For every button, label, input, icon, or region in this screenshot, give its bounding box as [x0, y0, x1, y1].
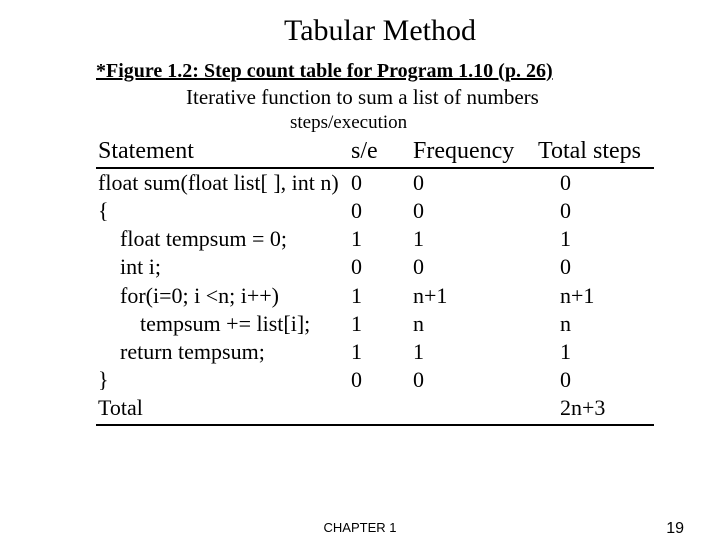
steps-execution-label: steps/execution [290, 112, 720, 134]
figure-reference: *Figure 1.2: Step count table for Progra… [96, 60, 720, 83]
frequency-cell: n [413, 310, 538, 338]
figure-subtitle: Iterative function to sum a list of numb… [186, 85, 720, 110]
table-row: tempsum += list[i];1nn [96, 310, 654, 338]
se-cell: 1 [351, 310, 413, 338]
statement-cell: return tempsum; [96, 338, 351, 366]
frequency-cell [413, 394, 538, 422]
statement-cell: { [96, 197, 351, 225]
statement-cell: float sum(float list[ ], int n) [96, 169, 351, 197]
frequency-cell: 0 [413, 197, 538, 225]
total-cell: n+1 [538, 282, 654, 310]
slide-title: Tabular Method [0, 14, 720, 48]
frequency-cell: n+1 [413, 282, 538, 310]
se-cell: 0 [351, 366, 413, 394]
table-row: float sum(float list[ ], int n)000 [96, 169, 654, 197]
total-cell: 1 [538, 225, 654, 253]
table-bottom-rule [96, 424, 654, 426]
total-cell: 0 [538, 197, 654, 225]
statement-cell: Total [96, 394, 351, 422]
col-header-statement: Statement [96, 138, 351, 165]
se-cell: 0 [351, 253, 413, 281]
statement-cell: int i; [96, 253, 351, 281]
total-cell: 0 [538, 253, 654, 281]
se-cell: 1 [351, 225, 413, 253]
table-row: {000 [96, 197, 654, 225]
frequency-cell: 1 [413, 225, 538, 253]
table-header-row: Statement s/e Frequency Total steps [96, 138, 654, 169]
frequency-cell: 0 [413, 169, 538, 197]
se-cell: 1 [351, 338, 413, 366]
page-number: 19 [666, 520, 684, 538]
se-cell: 0 [351, 197, 413, 225]
se-cell: 1 [351, 282, 413, 310]
total-cell: n [538, 310, 654, 338]
se-cell [351, 394, 413, 422]
table-row: }000 [96, 366, 654, 394]
chapter-label: CHAPTER 1 [324, 520, 397, 535]
col-header-frequency: Frequency [413, 138, 538, 165]
frequency-cell: 1 [413, 338, 538, 366]
table-row: float tempsum = 0;111 [96, 225, 654, 253]
statement-cell: float tempsum = 0; [96, 225, 351, 253]
step-count-table: Statement s/e Frequency Total steps floa… [96, 138, 654, 426]
statement-cell: for(i=0; i <n; i++) [96, 282, 351, 310]
frequency-cell: 0 [413, 366, 538, 394]
table-row: int i;000 [96, 253, 654, 281]
table-row: for(i=0; i <n; i++)1n+1n+1 [96, 282, 654, 310]
table-row: return tempsum;111 [96, 338, 654, 366]
col-header-total: Total steps [538, 138, 654, 165]
slide: Tabular Method *Figure 1.2: Step count t… [0, 0, 720, 540]
table-body: float sum(float list[ ], int n)000{000fl… [96, 169, 654, 422]
total-cell: 2n+3 [538, 394, 654, 422]
se-cell: 0 [351, 169, 413, 197]
table-row: Total 2n+3 [96, 394, 654, 422]
total-cell: 0 [538, 169, 654, 197]
statement-cell: tempsum += list[i]; [96, 310, 351, 338]
statement-cell: } [96, 366, 351, 394]
frequency-cell: 0 [413, 253, 538, 281]
col-header-se: s/e [351, 138, 413, 165]
total-cell: 0 [538, 366, 654, 394]
total-cell: 1 [538, 338, 654, 366]
